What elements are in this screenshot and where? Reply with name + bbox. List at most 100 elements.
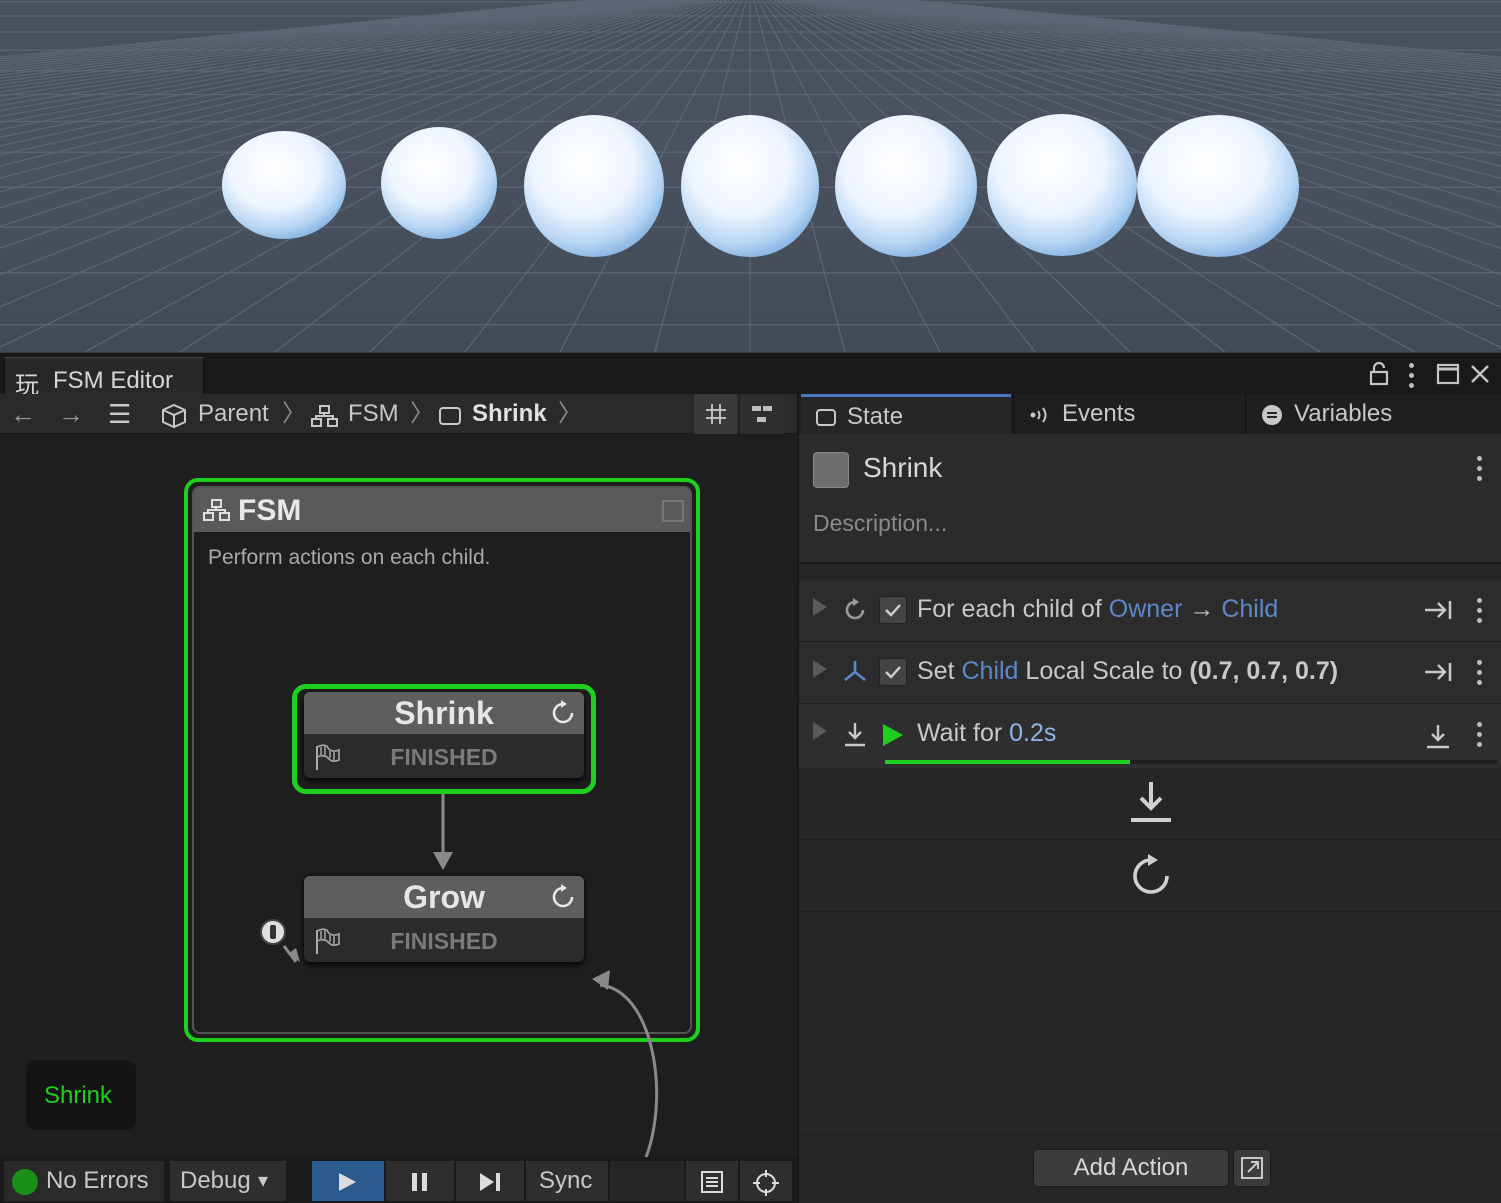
- loop-marker: [799, 840, 1501, 912]
- action-row[interactable]: For each child of Owner → Child: [799, 580, 1501, 642]
- arrowhead-icon: [433, 852, 453, 870]
- forward-icon[interactable]: →: [58, 400, 84, 428]
- add-action-bar: Add Action: [799, 1134, 1501, 1203]
- broadcast-icon: [1030, 407, 1047, 423]
- minimap-icon: [752, 406, 772, 422]
- add-action-button[interactable]: Add Action: [1033, 1149, 1229, 1187]
- error-status[interactable]: No Errors: [4, 1161, 164, 1201]
- tab-variables[interactable]: Variables: [1245, 394, 1501, 434]
- description-field[interactable]: Description...: [813, 510, 947, 537]
- action-row[interactable]: Set Child Local Scale to (0.7, 0.7, 0.7): [799, 642, 1501, 704]
- debug-label: Debug: [180, 1167, 251, 1194]
- action-enabled-checkbox[interactable]: [879, 658, 907, 686]
- download-icon: [1131, 782, 1171, 822]
- action-text: Wait for 0.2s: [917, 719, 1057, 747]
- tab-events-label: Events: [1062, 400, 1136, 427]
- minimap-toggle-button[interactable]: [739, 394, 783, 434]
- crosshair-icon: [753, 1170, 779, 1196]
- transform-axes-icon: [844, 661, 866, 682]
- checkmark-icon: [885, 666, 901, 679]
- close-icon[interactable]: [1467, 361, 1493, 387]
- scene-grid: [0, 0, 1501, 352]
- action-enabled-checkbox[interactable]: [879, 596, 907, 624]
- toolbar-spacer: [610, 1161, 684, 1201]
- checkmark-icon: [885, 604, 901, 617]
- grid-toggle-button[interactable]: [693, 394, 737, 434]
- editor-tab[interactable]: 玩 FSM Editor: [4, 357, 204, 399]
- play-icon: [339, 1173, 356, 1191]
- maximize-icon[interactable]: [1435, 361, 1461, 387]
- loop-icon: [845, 598, 865, 620]
- breadcrumb-parent[interactable]: Parent: [198, 400, 269, 428]
- log-button[interactable]: [686, 1161, 738, 1201]
- breadcrumb-shrink[interactable]: Shrink: [472, 400, 547, 428]
- state-event[interactable]: FINISHED: [304, 744, 584, 771]
- breadcrumb-fsm[interactable]: FSM: [348, 400, 399, 428]
- tab-state-label: State: [847, 403, 904, 430]
- state-event[interactable]: FINISHED: [304, 928, 584, 955]
- tab-events[interactable]: Events: [1013, 394, 1243, 434]
- popout-icon: [1241, 1157, 1263, 1179]
- sphere-1[interactable]: [222, 131, 346, 239]
- state-node-grow[interactable]: Grow FINISHED: [304, 876, 584, 962]
- action-menu-icon[interactable]: [1477, 722, 1483, 748]
- transition-grow-to-shrink[interactable]: [588, 983, 659, 1157]
- lock-icon[interactable]: [1366, 361, 1392, 387]
- back-icon[interactable]: ←: [10, 400, 36, 428]
- spheres: [222, 114, 1299, 257]
- debug-dropdown[interactable]: Debug ▾: [170, 1161, 286, 1201]
- state-name-field[interactable]: Shrink: [863, 452, 942, 484]
- state-name: Grow: [403, 879, 485, 915]
- active-state-label: Shrink: [26, 1060, 136, 1130]
- action-browser-button[interactable]: [1233, 1149, 1271, 1187]
- sphere-4[interactable]: [681, 115, 819, 257]
- state-icon: [439, 407, 461, 425]
- graph-view[interactable]: FSM Perform actions on each child. Shrin…: [0, 434, 797, 1157]
- window-titlebar: 玩 FSM Editor: [0, 352, 1501, 399]
- breadcrumb-separator: 〉: [410, 400, 434, 427]
- state-node-shrink[interactable]: Shrink FINISHED: [304, 692, 584, 778]
- run-until-end-icon: [1425, 601, 1452, 619]
- sync-label: Sync: [539, 1167, 593, 1194]
- breadcrumb-separator: 〉: [282, 400, 306, 427]
- tab-state[interactable]: State: [801, 394, 1011, 434]
- error-status-label: No Errors: [46, 1167, 149, 1194]
- state-icon: [816, 409, 836, 426]
- expand-arrow-icon[interactable]: [813, 722, 827, 740]
- scene-view: [0, 0, 1501, 352]
- pause-button[interactable]: [386, 1161, 454, 1201]
- sphere-6[interactable]: [987, 114, 1137, 256]
- window-menu-icon[interactable]: [1409, 363, 1415, 389]
- state-header-section: Shrink Description...: [799, 434, 1501, 564]
- sync-button[interactable]: Sync: [526, 1161, 608, 1201]
- debug-toolbar: No Errors Debug ▾ Sync: [0, 1157, 797, 1203]
- expand-arrow-icon[interactable]: [813, 598, 827, 616]
- window-title: FSM Editor: [53, 367, 174, 394]
- caret-down-icon: ▾: [258, 1170, 269, 1192]
- action-menu-icon[interactable]: [1477, 660, 1483, 686]
- sphere-3[interactable]: [524, 115, 664, 257]
- state-menu-icon[interactable]: [1477, 456, 1483, 482]
- status-ok-icon: [12, 1169, 38, 1195]
- sphere-5[interactable]: [835, 115, 977, 257]
- action-menu-icon[interactable]: [1477, 598, 1483, 624]
- fsm-icon: [311, 405, 338, 427]
- pause-icon: [412, 1173, 427, 1191]
- state-color-swatch[interactable]: [813, 452, 849, 488]
- play-button[interactable]: [312, 1161, 384, 1201]
- wait-progress-fill: [885, 760, 1130, 764]
- download-icon: [1427, 725, 1449, 749]
- focus-button[interactable]: [740, 1161, 792, 1201]
- download-icon: [845, 723, 865, 747]
- expand-arrow-icon[interactable]: [813, 660, 827, 678]
- menu-icon[interactable]: ☰: [108, 400, 131, 428]
- tab-variables-label: Variables: [1294, 400, 1393, 427]
- loop-icon: [1133, 854, 1169, 894]
- step-button[interactable]: [456, 1161, 524, 1201]
- arrowhead-icon: [592, 970, 610, 990]
- active-state-name: Shrink: [44, 1082, 113, 1109]
- wait-progress-track: [885, 760, 1497, 764]
- sphere-2[interactable]: [381, 127, 497, 239]
- loop-icon: [552, 884, 574, 908]
- sphere-7[interactable]: [1137, 115, 1299, 257]
